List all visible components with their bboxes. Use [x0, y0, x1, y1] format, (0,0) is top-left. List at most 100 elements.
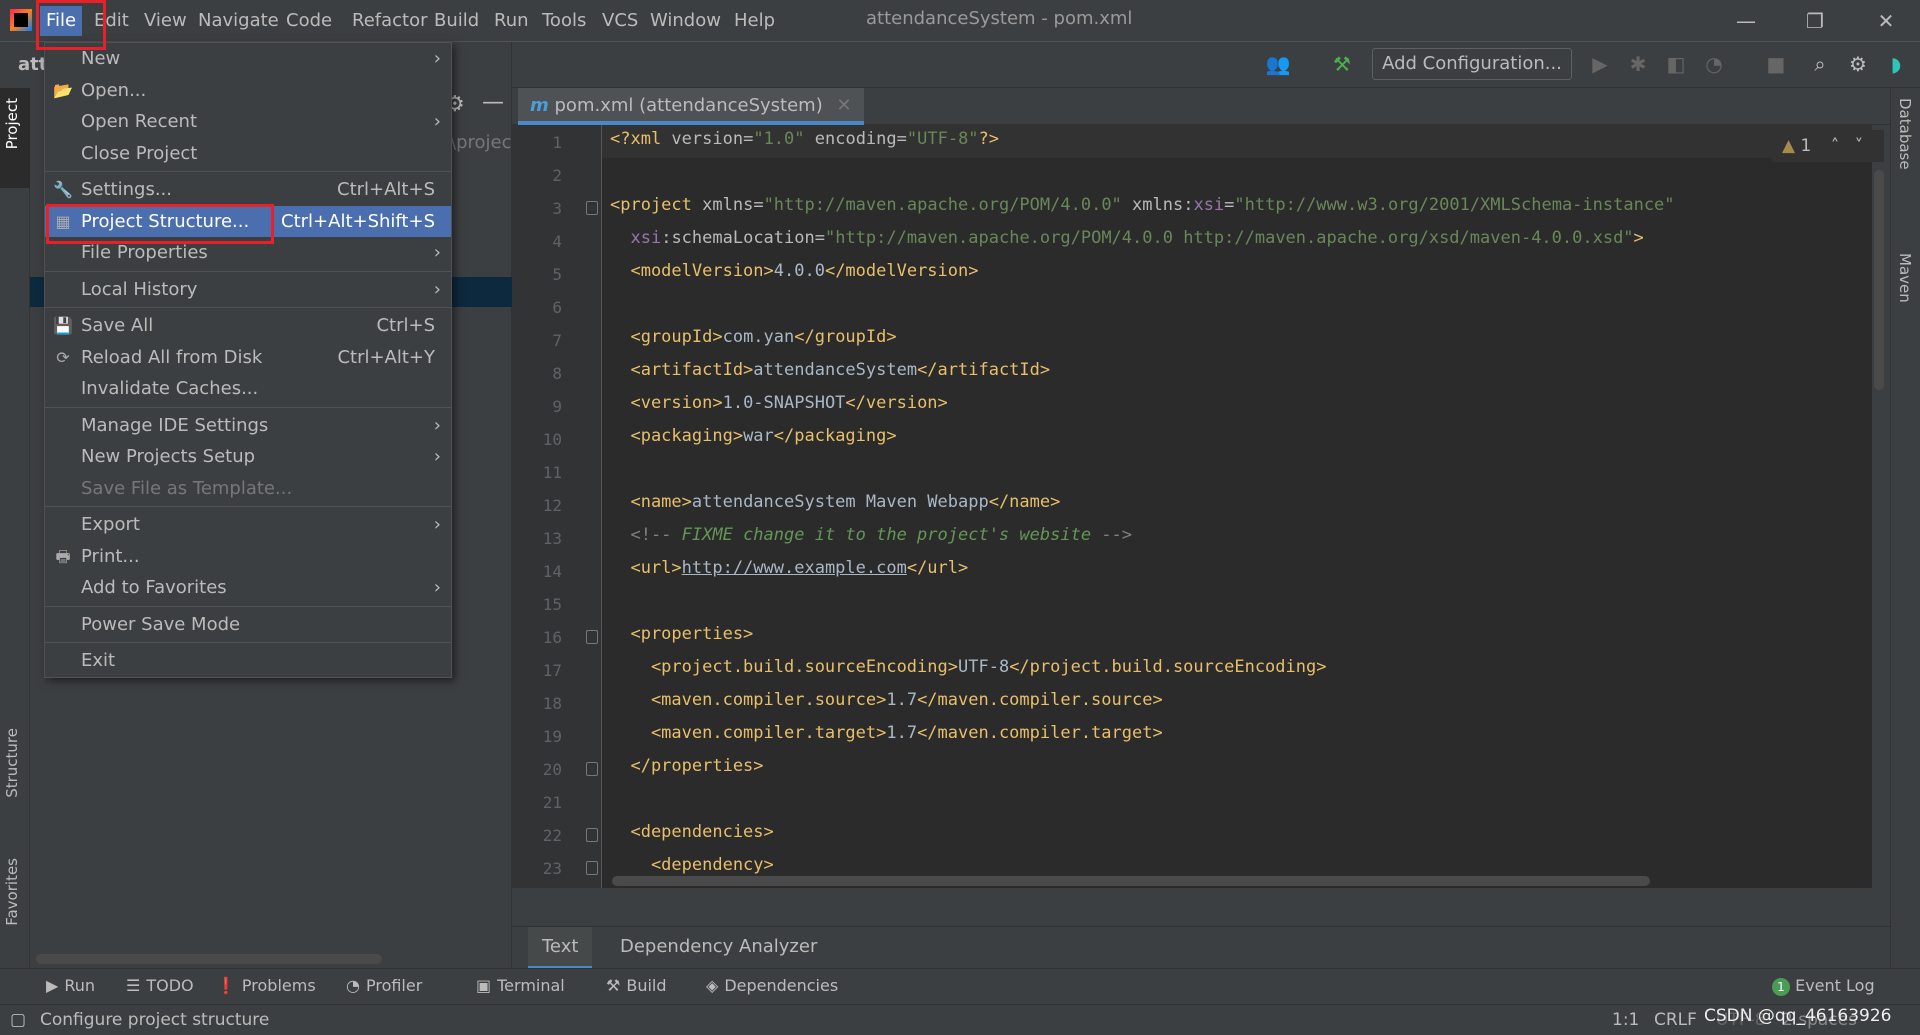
- menu-item-print[interactable]: 🖶 Print...: [45, 541, 451, 573]
- tab-text[interactable]: Text: [528, 927, 593, 969]
- menu-item-local-history[interactable]: Local History ›: [45, 274, 451, 306]
- menu-run[interactable]: Run: [488, 6, 535, 36]
- editor-horizontal-scrollbar[interactable]: [612, 876, 1650, 886]
- code-line[interactable]: <packaging>war</packaging>: [610, 426, 897, 446]
- code-line[interactable]: <dependencies>: [610, 822, 773, 842]
- code-token: http://www.example.com: [681, 558, 907, 578]
- hide-icon[interactable]: —: [482, 90, 504, 115]
- menu-item-save-all[interactable]: 💾 Save All Ctrl+S: [45, 310, 451, 342]
- menu-view[interactable]: View: [138, 6, 193, 36]
- menu-separator: [45, 605, 451, 607]
- inspection-widget[interactable]: ▲ 1 ˄ ˅: [1772, 130, 1884, 162]
- menu-refactor[interactable]: Refactor: [346, 6, 434, 36]
- code-line[interactable]: xsi:schemaLocation="http://maven.apache.…: [610, 228, 1643, 248]
- coverage-icon[interactable]: ◧: [1662, 50, 1690, 78]
- vertical-scrollbar[interactable]: [1874, 170, 1884, 390]
- menu-item-invalidate-caches[interactable]: Invalidate Caches...: [45, 373, 451, 405]
- fold-marker-icon[interactable]: [586, 861, 598, 875]
- menu-window[interactable]: Window: [644, 6, 727, 36]
- menu-item-new-projects-setup[interactable]: New Projects Setup ›: [45, 441, 451, 473]
- code-line[interactable]: <modelVersion>4.0.0</modelVersion>: [610, 261, 978, 281]
- search-icon[interactable]: ⌕: [1806, 50, 1834, 78]
- next-highlight-icon[interactable]: ˅: [1855, 136, 1864, 156]
- minimize-button[interactable]: —: [1726, 6, 1766, 36]
- code-line[interactable]: <maven.compiler.source>1.7</maven.compil…: [610, 690, 1163, 710]
- code-line[interactable]: <maven.compiler.target>1.7</maven.compil…: [610, 723, 1163, 743]
- menu-item-save-file-as-template[interactable]: Save File as Template...: [45, 473, 451, 505]
- menu-vcs[interactable]: VCS: [596, 6, 644, 36]
- fold-marker-icon[interactable]: [586, 201, 598, 215]
- debug-icon[interactable]: ✱: [1624, 50, 1652, 78]
- code-token: -->: [1091, 525, 1133, 545]
- code-token: </packaging>: [773, 426, 897, 446]
- tool-window-problems[interactable]: ❗ Problems: [216, 974, 316, 998]
- menu-navigate[interactable]: Navigate: [192, 6, 285, 36]
- menu-item-manage-ide-settings[interactable]: Manage IDE Settings ›: [45, 410, 451, 442]
- menu-help[interactable]: Help: [728, 6, 781, 36]
- tool-tab-maven[interactable]: Maven: [1896, 253, 1914, 303]
- code-line[interactable]: <name>attendanceSystem Maven Webapp</nam…: [610, 492, 1060, 512]
- profile-icon[interactable]: ◔: [1700, 50, 1728, 78]
- menu-item-exit[interactable]: Exit: [45, 645, 451, 677]
- code-line[interactable]: <project xmlns="http://maven.apache.org/…: [610, 195, 1675, 215]
- code-line[interactable]: <project.build.sourceEncoding>UTF-8</pro…: [610, 657, 1327, 677]
- code-line[interactable]: </properties>: [610, 756, 763, 776]
- line-separator[interactable]: CRLF: [1654, 1005, 1697, 1035]
- tool-window-todo[interactable]: ☰ TODO: [126, 974, 194, 998]
- fold-marker-icon[interactable]: [586, 762, 598, 776]
- restore-button[interactable]: ❐: [1795, 6, 1835, 36]
- tool-window-dependencies[interactable]: ◈ Dependencies: [706, 974, 838, 998]
- tool-tab-database[interactable]: Database: [1896, 98, 1914, 170]
- tool-tab-favorites[interactable]: Favorites: [3, 858, 21, 926]
- tab-pom-xml[interactable]: m pom.xml (attendanceSystem) ✕: [518, 88, 864, 125]
- tab-dependency-analyzer[interactable]: Dependency Analyzer: [606, 927, 831, 969]
- fold-marker-icon[interactable]: [586, 630, 598, 644]
- tool-window-profiler[interactable]: ◔ Profiler: [346, 974, 422, 998]
- menu-code[interactable]: Code: [280, 6, 338, 36]
- code-line[interactable]: <!-- FIXME change it to the project's we…: [610, 525, 1132, 545]
- menu-item-icon: 📂: [53, 80, 73, 100]
- close-button[interactable]: ✕: [1866, 6, 1906, 36]
- toolbox-icon[interactable]: ◗: [1882, 50, 1910, 78]
- menu-item-close-project[interactable]: Close Project: [45, 138, 451, 170]
- code-line[interactable]: <?xml version="1.0" encoding="UTF-8"?>: [610, 129, 999, 149]
- tool-window-build[interactable]: ⚒ Build: [606, 974, 667, 998]
- code-line[interactable]: <properties>: [610, 624, 753, 644]
- line-number: 18: [542, 694, 562, 713]
- event-log-button[interactable]: 1 Event Log: [1772, 974, 1875, 998]
- gear-icon[interactable]: ⚙: [1844, 50, 1872, 78]
- close-tab-icon[interactable]: ✕: [836, 95, 851, 116]
- menu-item-open-recent[interactable]: Open Recent ›: [45, 106, 451, 138]
- menu-build[interactable]: Build: [428, 6, 485, 36]
- prev-highlight-icon[interactable]: ˄: [1831, 136, 1840, 156]
- stop-icon[interactable]: ■: [1762, 50, 1790, 78]
- code-line[interactable]: <groupId>com.yan</groupId>: [610, 327, 896, 347]
- code-line[interactable]: <artifactId>attendanceSystem</artifactId…: [610, 360, 1050, 380]
- user-icon[interactable]: 👥: [1264, 50, 1292, 78]
- menu-item-settings[interactable]: 🔧 Settings... Ctrl+Alt+S: [45, 174, 451, 206]
- code-token: 1.0-SNAPSHOT: [722, 393, 846, 413]
- menu-tools[interactable]: Tools: [536, 6, 592, 36]
- todo-icon: ☰: [126, 976, 141, 995]
- tool-window-run[interactable]: ▶ Run: [46, 974, 95, 998]
- run-icon[interactable]: ▶: [1586, 50, 1614, 78]
- caret-position[interactable]: 1:1: [1612, 1005, 1639, 1035]
- menu-item-reload-all-from-disk[interactable]: ⟳ Reload All from Disk Ctrl+Alt+Y: [45, 342, 451, 374]
- menu-item-add-to-favorites[interactable]: Add to Favorites ›: [45, 572, 451, 604]
- tool-tab-project[interactable]: Project: [3, 98, 21, 149]
- menu-item-export[interactable]: Export ›: [45, 509, 451, 541]
- code-line[interactable]: <url>http://www.example.com</url>: [610, 558, 968, 578]
- code-line[interactable]: <version>1.0-SNAPSHOT</version>: [610, 393, 947, 413]
- code-editor[interactable]: <?xml version="1.0" encoding="UTF-8"?> <p…: [602, 125, 1872, 888]
- menu-item-power-save-mode[interactable]: Power Save Mode: [45, 609, 451, 641]
- code-token: 4.0.0: [773, 261, 825, 281]
- line-number: 7: [552, 331, 562, 350]
- menu-item-open[interactable]: 📂 Open...: [45, 75, 451, 107]
- fold-marker-icon[interactable]: [586, 828, 598, 842]
- hammer-icon[interactable]: ⚒: [1328, 50, 1356, 78]
- code-line[interactable]: <dependency>: [610, 855, 774, 875]
- tool-tab-structure[interactable]: Structure: [3, 728, 21, 798]
- tool-window-terminal[interactable]: ▣ Terminal: [476, 974, 565, 998]
- horizontal-scrollbar[interactable]: [36, 954, 382, 964]
- add-configuration-button[interactable]: Add Configuration...: [1372, 48, 1572, 80]
